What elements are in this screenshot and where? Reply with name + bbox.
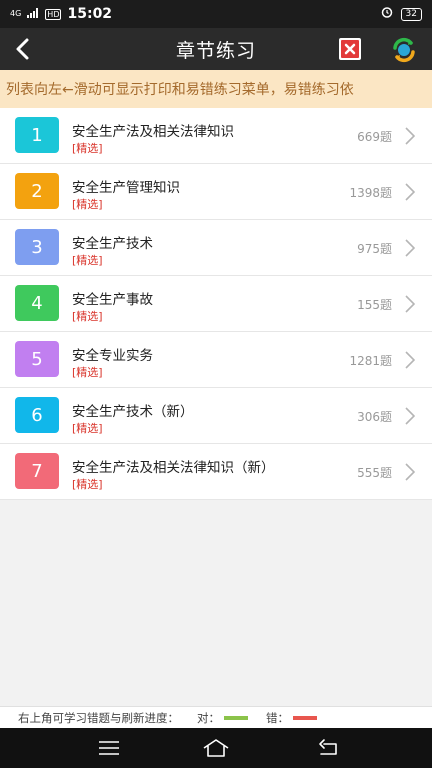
chapter-row[interactable]: 5 安全专业实务 [精选] 1281题 xyxy=(0,332,432,388)
chapter-title: 安全生产事故 xyxy=(72,292,153,308)
chapter-row[interactable]: 4 安全生产事故 [精选] 155题 xyxy=(0,276,432,332)
chevron-right-icon xyxy=(405,239,415,257)
system-nav-bar xyxy=(0,728,432,768)
chapter-title: 安全专业实务 xyxy=(72,348,153,364)
notice-marquee: 列表向左←滑动可显示打印和易错练习菜单，易错练习依 xyxy=(0,70,432,108)
hd-badge: HD xyxy=(45,8,62,20)
menu-icon xyxy=(99,741,119,755)
status-left: 4G HD 15:02 xyxy=(10,6,112,22)
legend-wrong: 错： xyxy=(266,710,317,726)
chapter-number-badge: 2 xyxy=(15,173,59,209)
chapter-row[interactable]: 3 安全生产技术 [精选] 975题 xyxy=(0,220,432,276)
status-bar: 4G HD 15:02 32 xyxy=(0,0,432,28)
legend-wrong-bar xyxy=(293,715,317,720)
page-title: 章节练习 xyxy=(175,39,256,62)
chapter-number-badge: 5 xyxy=(15,341,59,377)
chapter-title: 安全生产管理知识 xyxy=(72,180,180,196)
clock: 15:02 xyxy=(67,6,113,22)
chapter-question-count: 306题 xyxy=(357,410,392,424)
chapter-question-count: 975题 xyxy=(357,242,392,256)
legend-correct-bar xyxy=(224,715,248,720)
nav-back-button[interactable] xyxy=(314,736,344,760)
battery-indicator: 32 xyxy=(400,7,422,21)
chapter-row[interactable]: 7 安全生产法及相关法律知识（新） [精选] 555题 xyxy=(0,444,432,500)
signal-icon xyxy=(27,7,39,22)
chapter-tag: [精选] xyxy=(72,142,103,155)
chapter-number-badge: 7 xyxy=(15,453,59,489)
title-bar: 章节练习 xyxy=(0,28,432,70)
chapter-title: 安全生产技术（新） xyxy=(72,404,194,420)
return-icon xyxy=(319,739,337,755)
chapter-row[interactable]: 1 安全生产法及相关法律知识 [精选] 669题 xyxy=(0,108,432,164)
legend-correct: 对： xyxy=(197,710,248,726)
chapter-title: 安全生产法及相关法律知识（新） xyxy=(72,460,275,476)
chapter-question-count: 1281题 xyxy=(349,354,392,368)
chevron-right-icon xyxy=(405,407,415,425)
chapter-number-badge: 6 xyxy=(15,397,59,433)
chapter-tag: [精选] xyxy=(72,422,103,435)
mistakes-button[interactable] xyxy=(338,37,362,61)
chapter-tag: [精选] xyxy=(72,478,103,491)
chevron-right-icon xyxy=(405,463,415,481)
legend-hint: 右上角可学习错题与刷新进度： xyxy=(18,710,179,725)
chevron-right-icon xyxy=(405,183,415,201)
chapter-tag: [精选] xyxy=(72,366,103,379)
chapter-question-count: 155题 xyxy=(357,298,392,312)
chapter-row[interactable]: 2 安全生产管理知识 [精选] 1398题 xyxy=(0,164,432,220)
notice-text: 列表向左←滑动可显示打印和易错练习菜单，易错练习依 xyxy=(6,82,354,98)
chapter-tag: [精选] xyxy=(72,310,103,323)
chapter-number-badge: 3 xyxy=(15,229,59,265)
nav-menu-button[interactable] xyxy=(94,736,124,760)
chapter-title: 安全生产技术 xyxy=(72,236,153,252)
progress-legend: 右上角可学习错题与刷新进度： 对： 错： xyxy=(0,706,432,728)
chapter-tag: [精选] xyxy=(72,254,103,267)
chapter-question-count: 669题 xyxy=(357,130,392,144)
back-button[interactable] xyxy=(10,35,38,63)
chapter-title: 安全生产法及相关法律知识 xyxy=(72,124,234,140)
alarm-icon xyxy=(381,6,393,22)
refresh-button[interactable] xyxy=(390,36,418,64)
back-arrow-icon xyxy=(16,38,29,60)
chapter-tag: [精选] xyxy=(72,198,103,211)
chapter-list: 1 安全生产法及相关法律知识 [精选] 669题 2 安全生产管理知识 [精选] 1398题 3… xyxy=(0,108,432,500)
chapter-number-badge: 1 xyxy=(15,117,59,153)
refresh-icon xyxy=(393,37,415,63)
chapter-number-badge: 4 xyxy=(15,285,59,321)
status-right: 32 xyxy=(381,6,422,22)
legend-correct-label: 对： xyxy=(197,710,220,725)
chevron-right-icon xyxy=(405,127,415,145)
network-indicator: 4G xyxy=(10,9,22,18)
chevron-right-icon xyxy=(405,295,415,313)
nav-home-button[interactable] xyxy=(201,736,231,760)
chapter-question-count: 1398题 xyxy=(349,186,392,200)
legend-wrong-label: 错： xyxy=(266,710,289,725)
home-icon xyxy=(203,739,229,757)
chevron-right-icon xyxy=(405,351,415,369)
chapter-question-count: 555题 xyxy=(357,466,392,480)
mistake-book-icon xyxy=(339,38,361,60)
chapter-row[interactable]: 6 安全生产技术（新） [精选] 306题 xyxy=(0,388,432,444)
